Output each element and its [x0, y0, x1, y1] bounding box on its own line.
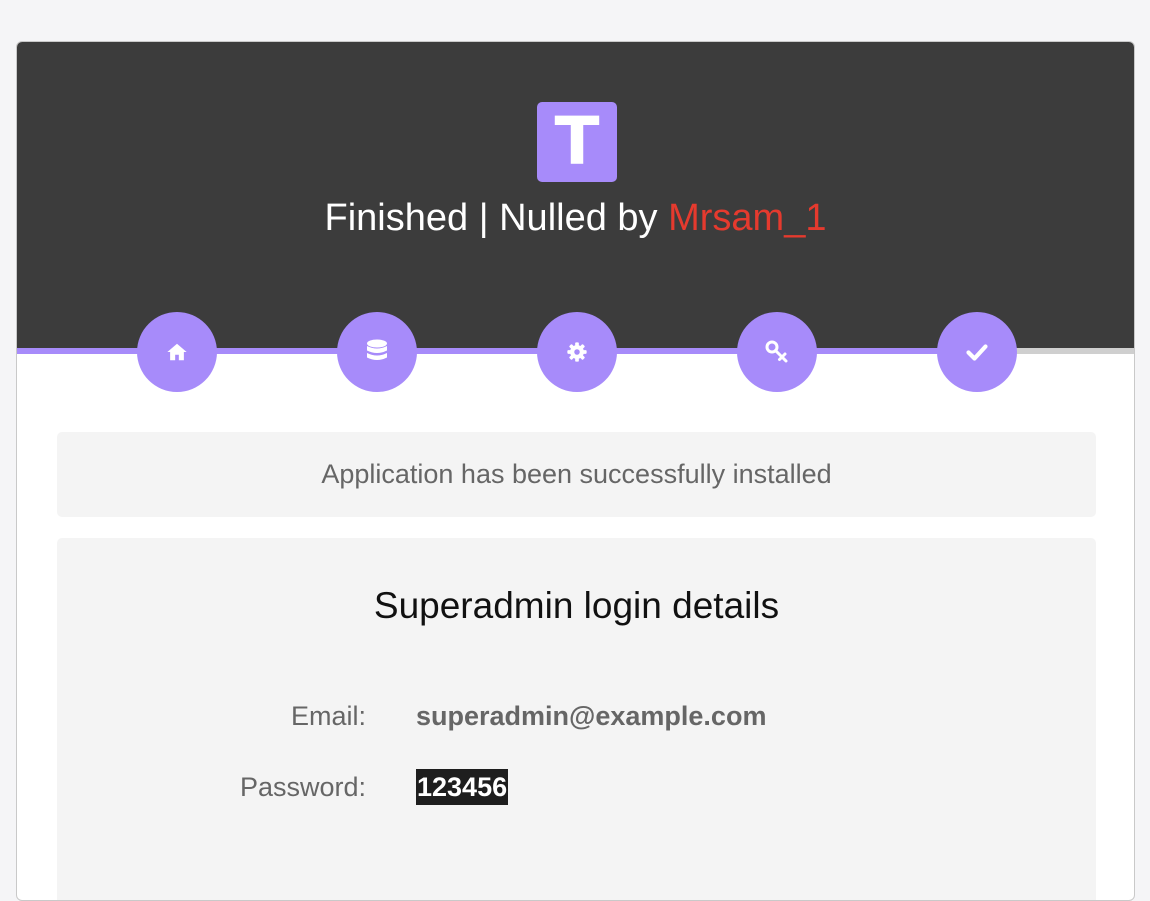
step-finished [937, 312, 1017, 392]
home-icon [167, 343, 187, 361]
key-icon [765, 340, 788, 363]
title-prefix: Finished | Nulled by [324, 197, 669, 239]
page-title: Finished | Nulled by Mrsam_1 [17, 196, 1134, 240]
email-value: superadmin@example.com [416, 701, 767, 731]
database-icon [367, 339, 387, 360]
step-home [137, 312, 217, 392]
installer-header: T Finished | Nulled by Mrsam_1 [17, 42, 1134, 352]
installer-card: T Finished | Nulled by Mrsam_1 Applicati… [16, 41, 1135, 901]
login-details-panel: Superadmin login details Email: superadm… [57, 538, 1096, 900]
success-message: Application has been successfully instal… [57, 432, 1096, 517]
step-database [337, 312, 417, 392]
step-license [737, 312, 817, 392]
password-value: 123456 [416, 769, 509, 805]
email-label: Email: [290, 701, 366, 731]
login-details-heading: Superadmin login details [373, 585, 780, 626]
gear-icon [567, 342, 587, 362]
check-icon [966, 344, 988, 361]
title-author: Mrsam_1 [668, 197, 827, 239]
password-value-wrapper: 123456 [416, 769, 509, 805]
success-text: Application has been successfully instal… [321, 459, 832, 489]
app-logo: T [537, 102, 617, 182]
step-settings [537, 312, 617, 392]
logo-letter: T [554, 103, 600, 180]
password-label: Password: [239, 772, 366, 802]
